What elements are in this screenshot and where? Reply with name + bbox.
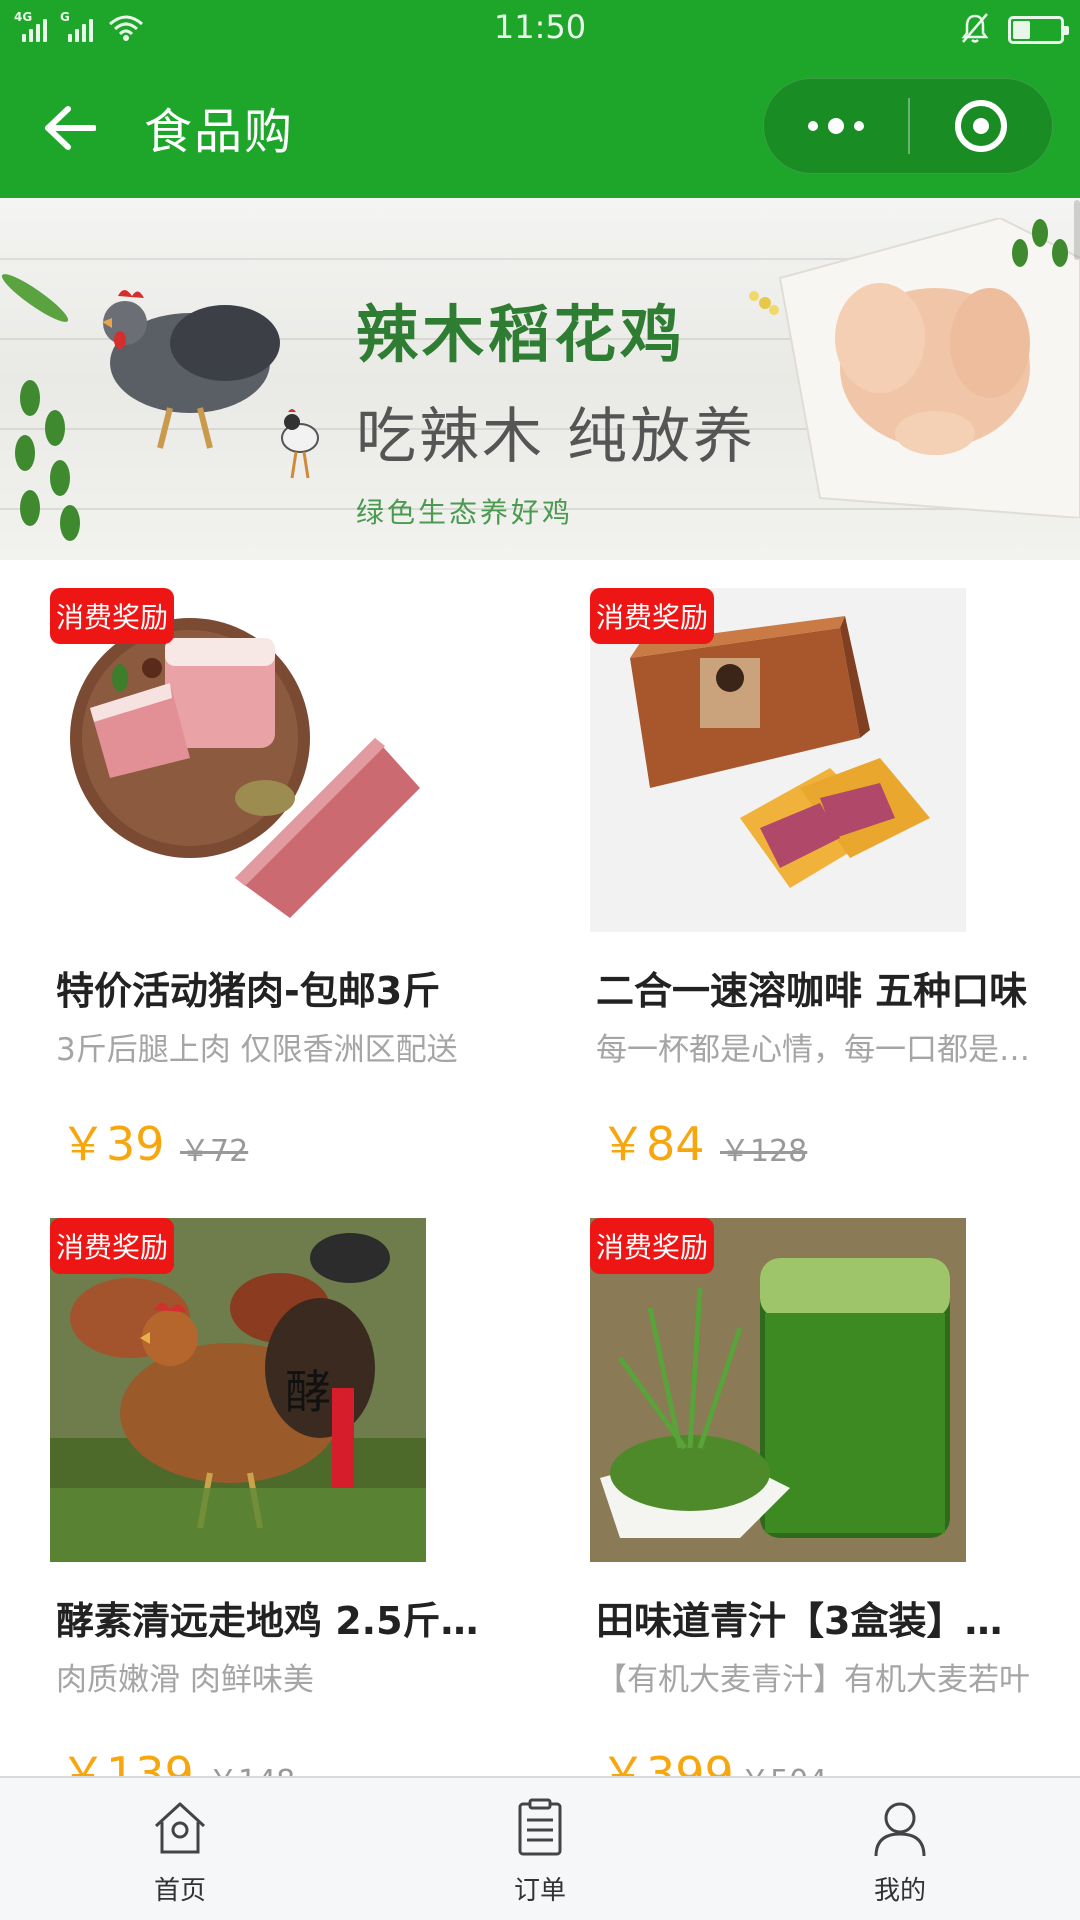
back-arrow-icon [45, 106, 96, 150]
navigation-bar: 食品购 [0, 58, 1080, 198]
raw-chicken-illustration [778, 218, 1080, 518]
banner-subline: 吃辣木 纯放养 [356, 402, 757, 472]
hen-illustration [102, 290, 280, 449]
close-mini-program-button[interactable] [910, 78, 1052, 174]
flower-decoration-icon [749, 291, 779, 315]
banner-headline: 辣木稻花鸡 [356, 298, 687, 371]
tab-mine-label: 我的 [873, 1876, 926, 1906]
reward-badge: 消费奖励 [50, 588, 175, 644]
scrollbar-thumb[interactable] [1074, 200, 1080, 260]
back-button[interactable] [40, 98, 100, 158]
product-description: 肉质嫩滑 肉鲜味美 [56, 1662, 314, 1698]
product-price: ￥39 [60, 1117, 165, 1171]
banner-tagline: 绿色生态养好鸡 [356, 496, 574, 529]
more-button[interactable] [764, 78, 908, 174]
brand-calligraphy: 酵 [285, 1365, 331, 1419]
mini-program-capsule [763, 78, 1053, 174]
bottom-tab-bar: 首页 订单 我的 [0, 1776, 1080, 1920]
more-dots-icon [808, 121, 818, 131]
page-title: 食品购 [144, 104, 295, 160]
muted-bell-icon [960, 12, 990, 48]
product-title: 二合一速溶咖啡 五种口味 [596, 969, 1028, 1013]
status-bar: 4G G 11:50 [0, 0, 1080, 58]
tab-orders-label: 订单 [513, 1876, 566, 1906]
product-card[interactable]: 消费奖励 田味道青汁【3盒装】有机 【有机大麦青汁】有机大麦若叶 ￥399 ￥5… [590, 1218, 1050, 1808]
battery-level-fill [1013, 21, 1030, 39]
home-icon [154, 1802, 206, 1854]
product-title: 特价活动猪肉-包邮3斤 [56, 969, 441, 1013]
tab-home[interactable]: 首页 [0, 1778, 360, 1920]
reward-badge: 消费奖励 [590, 1218, 715, 1274]
status-time: 11:50 [493, 8, 587, 46]
banner-text: 辣木稻花鸡 吃辣木 纯放养 绿色生态养好鸡 [356, 284, 756, 531]
product-price: ￥84 [600, 1117, 705, 1171]
small-bird-illustration [281, 409, 319, 479]
original-price: ￥128 [720, 1134, 808, 1169]
target-close-icon [955, 100, 1007, 152]
tab-mine[interactable]: 我的 [720, 1778, 1080, 1920]
original-price: ￥72 [180, 1134, 249, 1169]
product-description: 3斤后腿上肉 仅限香洲区配送 [56, 1032, 458, 1068]
reward-badge: 消费奖励 [50, 1218, 175, 1274]
product-description: 【有机大麦青汁】有机大麦若叶 [596, 1662, 1030, 1698]
battery-icon [1008, 16, 1069, 44]
reward-badge: 消费奖励 [590, 588, 715, 644]
product-description: 每一杯都是心情，每一口都是享受 [596, 1032, 1036, 1068]
user-icon [874, 1802, 926, 1857]
product-card[interactable]: 消费奖励 二合一速溶咖啡 五种口味 每一杯都是心情，每一口都是享受 ￥84 ￥1… [590, 588, 1050, 1178]
product-card[interactable]: 消费奖励 特价活动猪肉-包邮3斤 3斤后腿上肉 仅限香洲区配送 ￥39 ￥72 [50, 588, 510, 1178]
promo-banner[interactable]: 辣木稻花鸡 吃辣木 纯放养 绿色生态养好鸡 [0, 198, 1080, 560]
tab-orders[interactable]: 订单 [360, 1778, 720, 1920]
product-title: 田味道青汁【3盒装】有机 [596, 1599, 1036, 1643]
leaf-decoration-icon-2 [1, 274, 69, 322]
order-list-icon [518, 1798, 562, 1856]
product-title: 酵素清远走地鸡 2.5斤左右 [56, 1599, 496, 1643]
product-card[interactable]: 酵 消费奖励 酵素清远走地鸡 2.5斤左右 肉质嫩滑 肉鲜味美 ￥139 ￥14… [50, 1218, 510, 1808]
tab-home-label: 首页 [153, 1876, 206, 1906]
